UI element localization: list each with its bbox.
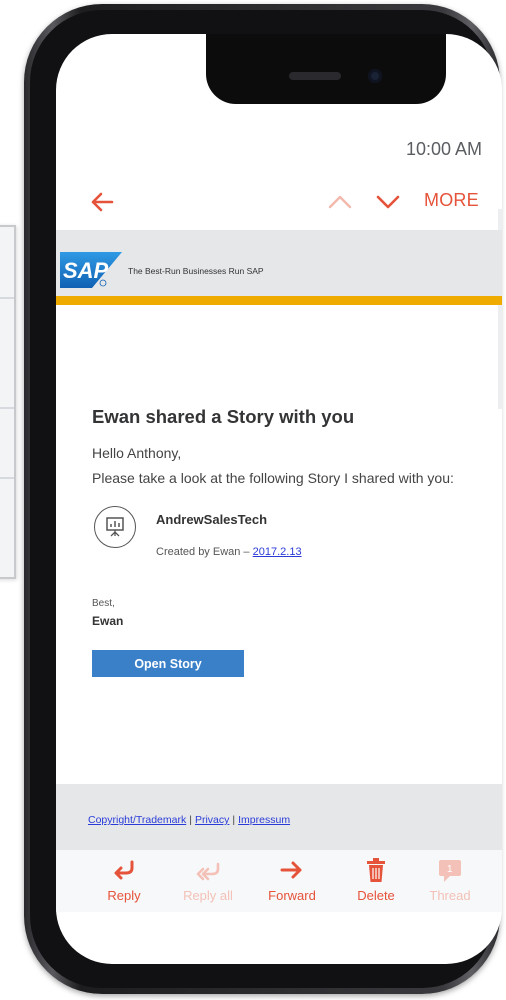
footer-links: Copyright/Trademark | Privacy | Impressum <box>88 814 290 826</box>
chevron-up-icon[interactable] <box>326 188 354 216</box>
delete-button[interactable]: Delete <box>336 856 416 903</box>
story-date-link[interactable]: 2017.2.13 <box>253 546 302 558</box>
status-time: 10:00 AM <box>405 139 482 159</box>
link-separator: | <box>232 814 236 826</box>
impressum-link[interactable]: Impressum <box>238 814 290 826</box>
copyright-link[interactable]: Copyright/Trademark <box>88 814 186 826</box>
sender-name: Ewan <box>92 614 124 628</box>
email-footer: Copyright/Trademark | Privacy | Impressum <box>56 784 502 850</box>
message-text: Please take a look at the following Stor… <box>92 470 454 486</box>
story-meta: Created by Ewan – 2017.2.13 <box>156 546 302 558</box>
reply-icon <box>114 860 134 880</box>
trash-icon <box>367 858 385 882</box>
reply-all-icon <box>196 862 220 881</box>
forward-button[interactable]: Forward <box>252 856 332 903</box>
front-camera <box>368 69 382 83</box>
email-toolbar: MORE <box>56 182 502 224</box>
background-window <box>0 225 16 579</box>
presentation-icon <box>94 506 136 548</box>
speaker-grille <box>289 72 341 80</box>
email-action-bar: Reply Reply all Forward Delete 1 Thread <box>56 850 502 912</box>
email-subject: Ewan shared a Story with you <box>92 406 355 427</box>
phone-frame: 10:00 AM MORE SAP The Best-Run Businesse… <box>24 4 502 994</box>
email-banner: SAP The Best-Run Businesses Run SAP <box>56 230 502 302</box>
reply-all-button[interactable]: Reply all <box>168 856 248 903</box>
svg-text:SAP: SAP <box>63 258 109 283</box>
stage: 10:00 AM MORE SAP The Best-Run Businesse… <box>0 0 506 1000</box>
arrow-left-icon[interactable] <box>88 188 116 216</box>
thread-icon: 1 <box>439 860 461 882</box>
brand-tagline: The Best-Run Businesses Run SAP <box>128 266 264 276</box>
delete-label: Delete <box>357 888 395 903</box>
chevron-down-icon[interactable] <box>374 188 402 216</box>
phone-notch <box>206 34 446 104</box>
svg-text:1: 1 <box>447 864 453 875</box>
privacy-link[interactable]: Privacy <box>195 814 229 826</box>
more-button[interactable]: MORE <box>424 190 479 211</box>
forward-label: Forward <box>268 888 316 903</box>
thread-label: Thread <box>429 888 471 903</box>
reply-all-label: Reply all <box>183 888 233 903</box>
link-separator: | <box>189 814 192 826</box>
phone-screen: 10:00 AM MORE SAP The Best-Run Businesse… <box>56 34 502 964</box>
thread-button[interactable]: 1 Thread <box>410 856 490 903</box>
open-story-button[interactable]: Open Story <box>92 650 244 677</box>
story-created-by: Created by Ewan – <box>156 546 250 558</box>
reply-label: Reply <box>107 888 141 903</box>
sap-logo: SAP <box>60 252 122 288</box>
forward-icon <box>280 861 302 879</box>
reply-button[interactable]: Reply <box>84 856 164 903</box>
brand-stripe <box>56 296 502 305</box>
story-name[interactable]: AndrewSalesTech <box>156 512 267 527</box>
signoff-text: Best, <box>92 598 115 609</box>
greeting-text: Hello Anthony, <box>92 445 182 461</box>
